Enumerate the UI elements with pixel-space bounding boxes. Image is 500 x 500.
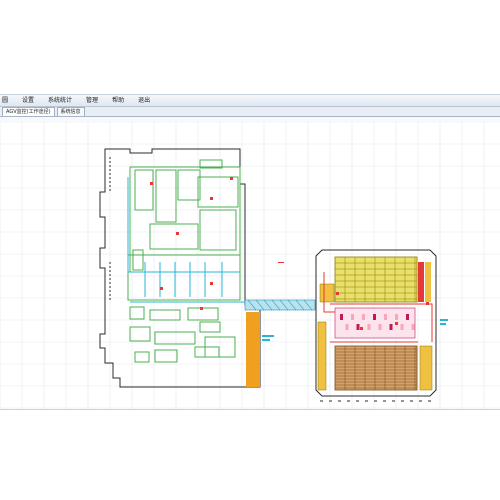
- map-canvas[interactable]: [0, 121, 500, 409]
- agv-marker-icon[interactable]: [150, 182, 153, 185]
- staging-slot: [351, 314, 354, 320]
- agv-marker-icon[interactable]: [210, 282, 213, 285]
- agv-marker-icon[interactable]: [360, 327, 363, 330]
- tab-agv-monitor[interactable]: AGV监控(工作途径): [2, 107, 55, 116]
- staging-slot: [345, 324, 349, 330]
- rack-area-bottom: [334, 345, 418, 391]
- left-green-zones: [127, 159, 241, 363]
- tab-system-info[interactable]: 系统信息: [56, 107, 85, 116]
- staging-slot: [395, 314, 398, 320]
- agv-marker-icon[interactable]: [200, 307, 203, 310]
- staging-slot: [378, 324, 382, 330]
- left-agv-paths: [127, 177, 245, 303]
- menu-bar: 圆 设置 系统统计 管理 帮助 退出: [0, 95, 500, 107]
- staging-area: [334, 307, 416, 339]
- agv-marker-icon[interactable]: [426, 302, 429, 305]
- agv-marker-icon[interactable]: [210, 197, 213, 200]
- menu-item-exit[interactable]: 退出: [138, 95, 150, 107]
- tab-bar: AGV监控(工作途径) 系统信息: [0, 107, 500, 117]
- staging-slot: [340, 314, 343, 320]
- staging-slot: [389, 324, 393, 330]
- agv-marker-icon[interactable]: [230, 177, 233, 180]
- agv-marker-icon[interactable]: [336, 292, 339, 295]
- staging-slot: [384, 314, 387, 320]
- rack-area-top: [319, 256, 418, 303]
- agv-monitor-window: 圆 设置 系统统计 管理 帮助 退出 AGV监控(工作途径) 系统信息: [0, 94, 500, 410]
- staging-slot: [400, 324, 404, 330]
- menu-item-help[interactable]: 帮助: [112, 95, 124, 107]
- agv-marker-icon[interactable]: [395, 322, 398, 325]
- agv-marker-icon[interactable]: [160, 287, 163, 290]
- staging-slot: [373, 314, 376, 320]
- menu-item-manage[interactable]: 管理: [86, 95, 98, 107]
- menu-item-statistics[interactable]: 系统统计: [48, 95, 72, 107]
- menu-item-view[interactable]: 圆: [2, 95, 8, 107]
- floor-plan-svg[interactable]: [0, 121, 500, 409]
- connecting-corridor: [244, 299, 316, 311]
- staging-slot: [356, 324, 360, 330]
- agv-marker-icon[interactable]: [176, 232, 179, 235]
- staging-slot: [411, 324, 415, 330]
- staging-slot: [367, 324, 371, 330]
- staging-slot: [406, 314, 409, 320]
- staging-slot: [362, 314, 365, 320]
- left-building: [99, 148, 261, 388]
- conveyor-strip: [246, 312, 260, 387]
- menu-item-settings[interactable]: 设置: [22, 95, 34, 107]
